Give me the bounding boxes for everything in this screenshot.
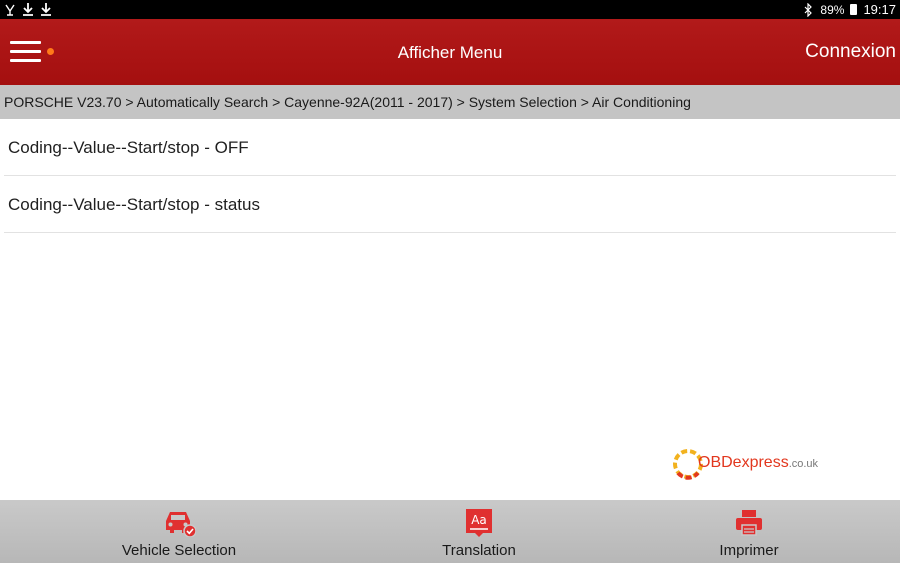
logo-tld: .co.uk bbox=[788, 458, 819, 470]
translate-book-icon: Aa bbox=[466, 509, 492, 537]
print-label: Imprimer bbox=[719, 542, 779, 559]
breadcrumb: PORSCHE V23.70 > Automatically Search > … bbox=[0, 85, 900, 119]
translation-label: Translation bbox=[442, 542, 516, 559]
watermark-logo: OBDexpress.co.uk bbox=[670, 444, 820, 484]
logo-text: OBDexpress.co.uk bbox=[698, 454, 818, 472]
page-title: Afficher Menu bbox=[397, 43, 503, 62]
print-button[interactable]: Imprimer bbox=[649, 500, 849, 563]
translation-button[interactable]: Aa Translation bbox=[379, 500, 579, 563]
printer-icon bbox=[736, 510, 762, 536]
vehicle-selection-label: Vehicle Selection bbox=[121, 542, 237, 559]
list-item[interactable]: Coding--Value--Start/stop - OFF bbox=[4, 119, 896, 176]
status-bar-system: 89% 19:17 bbox=[802, 2, 896, 17]
status-bar-notifications bbox=[4, 2, 52, 16]
svg-text:Aa: Aa bbox=[471, 513, 487, 527]
bottom-toolbar: Vehicle Selection Aa Translation Imprime… bbox=[0, 500, 900, 563]
vehicle-selection-button[interactable]: Vehicle Selection bbox=[79, 500, 279, 563]
car-check-icon bbox=[166, 512, 196, 537]
battery-icon bbox=[850, 4, 858, 15]
status-bar: 89% 19:17 bbox=[0, 0, 900, 19]
bluetooth-icon bbox=[804, 2, 813, 17]
download-icon bbox=[41, 3, 51, 16]
download-icon bbox=[23, 3, 33, 16]
logo-brand: OBDexpress bbox=[698, 454, 789, 471]
clock: 19:17 bbox=[863, 2, 896, 17]
battery-percent: 89% bbox=[820, 2, 845, 17]
list-item[interactable]: Coding--Value--Start/stop - status bbox=[4, 176, 896, 233]
function-list: Coding--Value--Start/stop - OFF Coding--… bbox=[4, 119, 896, 233]
usb-debug-icon bbox=[5, 4, 15, 16]
app-header: Afficher Menu Connexion bbox=[0, 19, 900, 85]
connexion-button[interactable]: Connexion bbox=[805, 41, 896, 63]
